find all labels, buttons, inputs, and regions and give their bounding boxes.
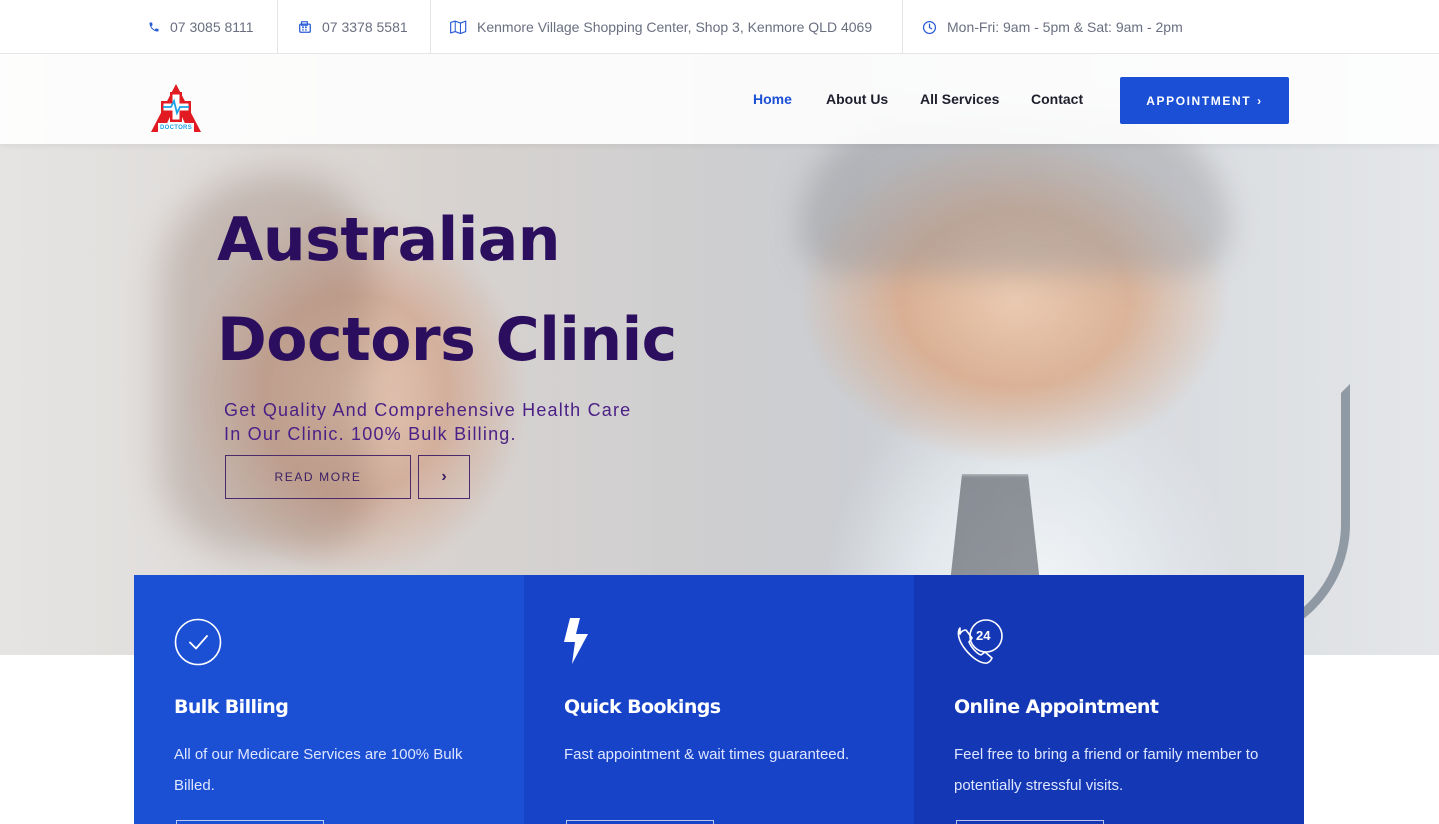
card-text: All of our Medicare Services are 100% Bu…	[174, 746, 463, 794]
hero-title-line-1: Australian	[217, 205, 560, 275]
feature-card-quick-bookings: Quick Bookings Fast appointment & wait t…	[524, 575, 914, 824]
chevron-right-icon: ›	[441, 468, 447, 485]
card-button[interactable]	[566, 820, 714, 824]
divider	[902, 0, 903, 54]
main-header: DOCTORS Home About Us All Services Conta…	[0, 54, 1439, 144]
topbar-hours-text: Mon-Fri: 9am - 5pm & Sat: 9am - 2pm	[947, 19, 1183, 35]
phone-icon	[149, 22, 159, 32]
topbar-address-text[interactable]: Kenmore Village Shopping Center, Shop 3,…	[477, 19, 872, 35]
topbar-hours: Mon-Fri: 9am - 5pm & Sat: 9am - 2pm	[922, 0, 1183, 54]
topbar-phone[interactable]: 07 3085 8111	[148, 0, 254, 54]
site-logo[interactable]: DOCTORS	[149, 82, 203, 134]
topbar-fax[interactable]: 07 3378 5581	[298, 0, 408, 54]
topbar-phone-text[interactable]: 07 3085 8111	[170, 19, 254, 35]
hero-subtitle: Get Quality And Comprehensive Health Car…	[224, 400, 632, 444]
nav-home[interactable]: Home	[753, 91, 792, 107]
nav-all-services[interactable]: All Services	[920, 91, 999, 107]
hero-banner	[0, 54, 1439, 655]
card-text: Feel free to bring a friend or family me…	[954, 746, 1259, 794]
card-button[interactable]	[956, 820, 1104, 824]
card-text: Fast appointment & wait times guaranteed…	[564, 746, 850, 763]
divider	[277, 0, 278, 54]
lightning-icon	[564, 618, 588, 664]
phone-24-badge: 24	[976, 628, 991, 643]
nav-about-us[interactable]: About Us	[826, 91, 888, 107]
card-title: Quick Bookings	[564, 696, 721, 718]
card-button[interactable]	[176, 820, 324, 824]
map-icon	[450, 20, 467, 34]
fax-icon	[299, 21, 311, 33]
feature-card-bulk-billing: Bulk Billing All of our Medicare Service…	[134, 575, 524, 824]
appointment-button[interactable]: APPOINTMENT ›	[1120, 77, 1289, 124]
appointment-button-label: APPOINTMENT	[1146, 93, 1252, 108]
topbar-address[interactable]: Kenmore Village Shopping Center, Shop 3,…	[450, 0, 872, 54]
top-info-bar: 07 3085 8111 07 3378 5581 Kenmore Villag…	[0, 0, 1439, 54]
card-title: Online Appointment	[954, 696, 1159, 718]
divider	[430, 0, 431, 54]
read-more-button[interactable]: READ MORE	[225, 455, 411, 499]
chevron-right-icon: ›	[1257, 93, 1263, 108]
hero-overlay	[0, 54, 1439, 655]
feature-card-online-appointment: 24 Online Appointment Feel free to bring…	[914, 575, 1304, 824]
topbar-fax-text[interactable]: 07 3378 5581	[322, 19, 408, 35]
nav-contact[interactable]: Contact	[1031, 91, 1083, 107]
check-circle-icon	[174, 618, 222, 666]
logo-text: DOCTORS	[160, 125, 192, 131]
hero-title-line-2: Doctors Clinic	[217, 305, 677, 375]
slider-next-button[interactable]: ›	[418, 455, 470, 499]
clock-icon	[922, 20, 937, 34]
card-title: Bulk Billing	[174, 696, 289, 718]
